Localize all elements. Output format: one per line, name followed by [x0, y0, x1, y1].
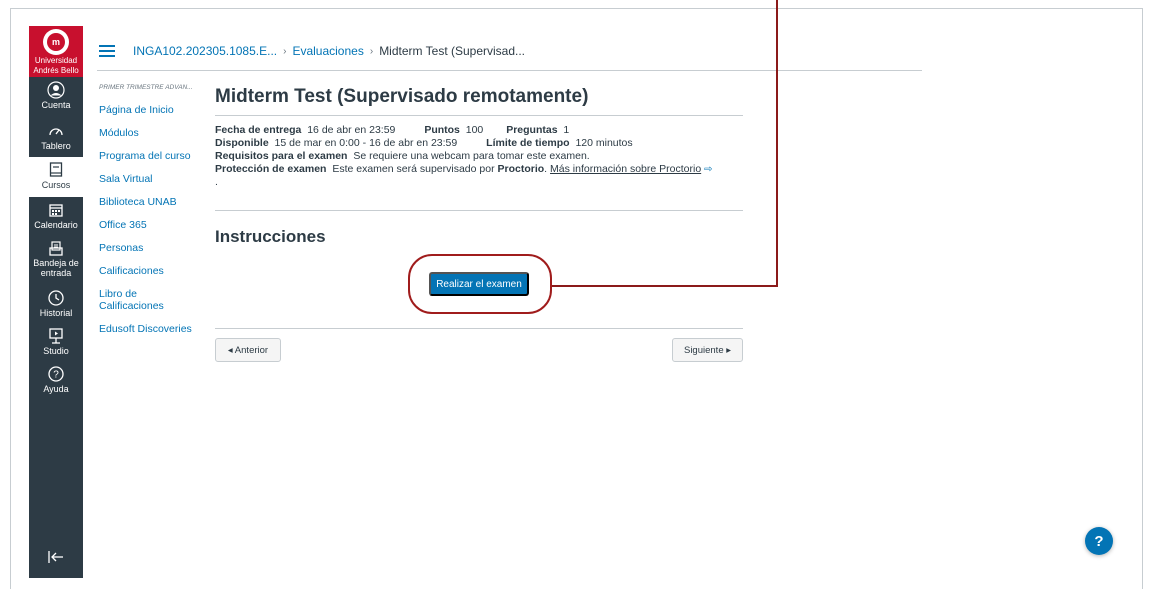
breadcrumb-course[interactable]: INGA102.202305.1085.E... — [133, 44, 277, 58]
next-button[interactable]: Siguiente ▸ — [672, 338, 743, 362]
available-label: Disponible — [215, 137, 269, 149]
take-quiz-button[interactable]: Realizar el examen — [429, 272, 529, 296]
nav-label-help: Ayuda — [43, 384, 69, 394]
course-nav-grades[interactable]: Calificaciones — [99, 265, 209, 277]
trailing-dot: . — [215, 176, 218, 188]
requirements-label: Requisitos para el examen — [215, 150, 348, 162]
nav-dashboard[interactable]: Tablero — [29, 120, 83, 157]
inbox-icon — [47, 239, 65, 257]
dashboard-icon — [47, 122, 65, 140]
course-nav: PRIMER TRIMESTRE ADVAN... Página de Inic… — [99, 84, 209, 346]
nav-inbox[interactable]: Bandeja de entrada — [29, 237, 83, 287]
help-icon: ? — [47, 365, 65, 383]
nav-studio[interactable]: Studio — [29, 325, 83, 363]
account-icon — [47, 81, 65, 99]
nav-label-dashboard: Tablero — [41, 141, 71, 151]
due-label: Fecha de entrega — [215, 124, 302, 136]
protection-text: Este examen será supervisado por — [332, 163, 495, 175]
proctorio-info-link[interactable]: Más información sobre Proctorio — [550, 163, 701, 175]
questions-label: Preguntas — [506, 124, 558, 136]
courses-icon — [47, 161, 65, 179]
nav-account[interactable]: Cuenta — [29, 77, 83, 120]
nav-help[interactable]: ? Ayuda — [29, 363, 83, 401]
available-value: 15 de mar en 0:00 - 16 de abr en 23:59 — [274, 137, 458, 149]
calendar-icon — [47, 201, 65, 219]
logo-text-2: Andrés Bello — [33, 66, 79, 75]
course-nav-gradebook[interactable]: Libro de Calificaciones — [99, 288, 169, 312]
nav-label-courses: Cursos — [41, 180, 71, 190]
time-limit-value: 120 minutos — [575, 137, 633, 149]
studio-icon — [47, 327, 65, 345]
course-nav-virtual-room[interactable]: Sala Virtual — [99, 173, 209, 185]
protection-label: Protección de examen — [215, 163, 327, 175]
course-nav-edusoft[interactable]: Edusoft Discoveries — [99, 323, 209, 335]
annotation-line-horizontal — [552, 285, 778, 287]
course-nav-library[interactable]: Biblioteca UNAB — [99, 196, 209, 208]
nav-label-history: Historial — [39, 308, 73, 318]
points-label: Puntos — [424, 124, 460, 136]
help-float-icon[interactable]: ? — [1085, 527, 1113, 555]
quiz-details-row-1: Fecha de entrega 16 de abr en 23:59 Punt… — [215, 124, 743, 137]
logo-text-1: Universidad — [34, 56, 78, 65]
history-icon — [47, 289, 65, 307]
nav-label-studio: Studio — [43, 346, 69, 356]
breadcrumb-current: Midterm Test (Supervisad... — [379, 44, 526, 58]
logo-emblem: m — [43, 29, 69, 55]
quiz-content: Midterm Test (Supervisado remotamente) F… — [215, 86, 743, 362]
svg-text:?: ? — [53, 370, 59, 381]
protection-provider: Proctorio — [497, 163, 545, 175]
quiz-details-row-2: Disponible 15 de mar en 0:00 - 16 de abr… — [215, 137, 743, 150]
breadcrumb-header: INGA102.202305.1085.E... › Evaluaciones … — [97, 32, 922, 71]
university-logo[interactable]: m Universidad Andrés Bello — [29, 26, 83, 77]
quiz-details-row-4: Protección de examen Este examen será su… — [215, 163, 713, 175]
footer-divider — [215, 328, 743, 329]
annotation-line-vertical — [776, 0, 778, 287]
course-nav-people[interactable]: Personas — [99, 242, 209, 254]
collapse-nav-icon[interactable] — [29, 550, 83, 568]
quiz-details: Fecha de entrega 16 de abr en 23:59 Punt… — [215, 116, 743, 211]
external-link-icon: ⇨ — [704, 164, 713, 175]
nav-label-calendar: Calendario — [34, 220, 78, 230]
quiz-details-row-3: Requisitos para el examen Se requiere un… — [215, 150, 743, 163]
previous-button[interactable]: ◂ Anterior — [215, 338, 281, 362]
course-nav-modules[interactable]: Módulos — [99, 127, 209, 139]
global-nav: m Universidad Andrés Bello Cuenta Tabler… — [29, 26, 83, 578]
instructions-heading: Instrucciones — [215, 227, 326, 246]
nav-courses[interactable]: Cursos — [29, 157, 83, 197]
course-nav-office365[interactable]: Office 365 — [99, 219, 209, 231]
nav-label-account: Cuenta — [41, 100, 71, 110]
due-value: 16 de abr en 23:59 — [307, 124, 396, 136]
requirements-value: Se requiere una webcam para tomar este e… — [353, 150, 590, 162]
nav-calendar[interactable]: Calendario — [29, 197, 83, 237]
quiz-title: Midterm Test (Supervisado remotamente) — [215, 86, 743, 116]
breadcrumb-section[interactable]: Evaluaciones — [292, 44, 363, 58]
breadcrumb-separator-icon: › — [369, 45, 374, 57]
course-nav-syllabus[interactable]: Programa del curso — [99, 150, 209, 162]
nav-label-inbox: Bandeja de entrada — [33, 258, 79, 278]
time-limit-label: Límite de tiempo — [486, 137, 570, 149]
hamburger-menu-icon[interactable] — [99, 42, 115, 60]
nav-history[interactable]: Historial — [29, 287, 83, 325]
course-nav-home[interactable]: Página de Inicio — [99, 104, 209, 116]
points-value: 100 — [465, 124, 484, 136]
breadcrumb-separator-icon: › — [283, 45, 287, 57]
questions-value: 1 — [563, 124, 570, 136]
course-term: PRIMER TRIMESTRE ADVAN... — [99, 84, 193, 91]
